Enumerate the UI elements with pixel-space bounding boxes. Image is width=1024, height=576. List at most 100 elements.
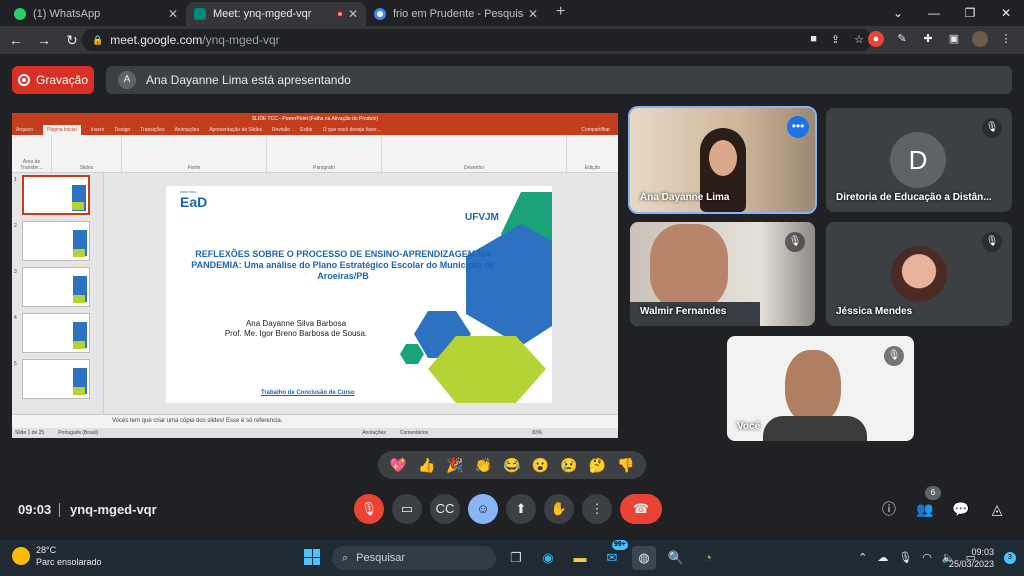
search-label: Pesquisar	[356, 552, 406, 564]
chrome-icon[interactable]: ◍	[632, 546, 656, 570]
participant-name: Ana Dayanne Lima	[640, 192, 730, 203]
participant-tile-diretoria[interactable]: D 🎙 Diretoria de Educação a Distân...	[826, 108, 1012, 212]
windows-start-icon[interactable]	[304, 549, 320, 565]
participant-tile-ana[interactable]: ••• Ana Dayanne Lima	[628, 106, 817, 214]
side-panel-icon[interactable]: ▣	[946, 31, 962, 47]
present-screen-button[interactable]: ⬆	[506, 494, 536, 524]
edge-icon[interactable]: ◉	[536, 546, 560, 570]
browser-toolbar: ← → ↻ 🔒 meet.google.com/ynq-mged-vqr ■ ⇪…	[0, 26, 1024, 54]
wifi-icon[interactable]: ◠	[922, 551, 932, 564]
captions-button[interactable]: CC	[430, 494, 460, 524]
reaction-laugh-icon[interactable]: 😂	[503, 457, 520, 474]
pen-icon[interactable]: ✎	[894, 31, 910, 47]
more-options-button[interactable]: ⋮	[582, 494, 612, 524]
participant-tile-jessica[interactable]: 🎙 Jéssica Mendes	[826, 222, 1012, 326]
close-icon[interactable]: ✕	[528, 7, 538, 21]
weather-widget[interactable]: 28°C Parc ensolarado	[12, 544, 102, 568]
sun-cloud-icon	[12, 547, 30, 565]
slide-thumbnail	[22, 313, 90, 353]
share-icon[interactable]: ⇪	[831, 33, 840, 46]
meeting-info-icon[interactable]: ⓘ	[878, 498, 900, 520]
activities-icon[interactable]: ◬	[986, 498, 1008, 520]
close-icon[interactable]: ✕	[348, 7, 358, 21]
menu-kebab-icon[interactable]: ⋮	[998, 31, 1014, 47]
restore-button[interactable]: ❐	[952, 6, 988, 20]
ana-face	[709, 140, 737, 176]
participant-tile-walmir[interactable]: 🎙 Walmir Fernandes	[630, 222, 815, 326]
presenting-text: Ana Dayanne Lima está apresentando	[146, 73, 351, 87]
tab-whatsapp[interactable]: (1) WhatsApp ✕	[6, 2, 186, 26]
back-button[interactable]: ←	[4, 32, 28, 48]
tab-search-icon[interactable]: ⌄	[880, 6, 916, 20]
address-bar[interactable]: 🔒 meet.google.com/ynq-mged-vqr ■ ⇪ ☆	[82, 29, 872, 51]
microphone-icon[interactable]: 🎙	[898, 551, 912, 564]
taskbar-search[interactable]: ⌕ Pesquisar	[332, 546, 496, 570]
lock-icon[interactable]: 🔒	[92, 35, 103, 46]
slide-author-2: Prof. Me. Igor Breno Barbosa de Sousa.	[224, 329, 368, 338]
side-controls: ⓘ 👥 💬 ◬	[878, 498, 1008, 520]
puzzle-extensions-icon[interactable]: ✚	[920, 31, 936, 47]
reaction-sad-icon[interactable]: 😢	[560, 457, 577, 474]
temperature: 28°C	[36, 545, 57, 555]
mail-icon[interactable]: ✉ 99+	[600, 540, 628, 570]
ppt-group-name: Desenho	[463, 165, 484, 171]
camera-icon[interactable]: ■	[810, 33, 817, 46]
tab-meet[interactable]: Meet: ynq-mged-vqr ✕	[186, 2, 366, 26]
forward-button[interactable]: →	[32, 32, 56, 48]
meeting-code: ynq-mged-vqr	[70, 502, 157, 517]
chat-icon[interactable]: 💬	[950, 498, 972, 520]
extension-red-icon[interactable]: ●	[868, 31, 884, 47]
status-zoom: 83%	[532, 430, 543, 436]
close-window-button[interactable]: ✕	[988, 6, 1024, 20]
mic-off-button[interactable]: 🎙	[354, 494, 384, 524]
reaction-clap-icon[interactable]: 👏	[475, 457, 492, 474]
notification-badge[interactable]: 3	[1004, 552, 1016, 564]
reaction-surprised-icon[interactable]: 😮	[532, 457, 549, 474]
reactions-button[interactable]: ☺	[468, 494, 498, 524]
bookmark-star-icon[interactable]: ☆	[854, 33, 864, 46]
reaction-thumbs-up-icon[interactable]: 👍	[418, 457, 435, 474]
participant-avatar: D	[890, 132, 946, 188]
shared-screen-presentation[interactable]: SLIDE TCC - PowerPoint (Falha na Ativaçã…	[12, 113, 618, 438]
thumb-number: 1	[14, 177, 17, 183]
task-view-icon[interactable]: ❐	[504, 546, 528, 570]
reaction-thumbs-down-icon[interactable]: 👎	[617, 457, 634, 474]
ppt-group-name: Edição	[584, 165, 601, 171]
zoom-search-icon[interactable]: 🔍	[664, 546, 688, 570]
thumb-number: 2	[14, 223, 17, 229]
slide-thumbnail	[22, 359, 90, 399]
more-options-icon[interactable]: •••	[787, 116, 809, 138]
profile-avatar[interactable]	[972, 31, 988, 47]
record-icon	[17, 74, 30, 86]
mic-off-icon: 🎙	[982, 232, 1002, 252]
participant-tile-self[interactable]: 🎙 Você	[727, 336, 914, 441]
close-icon[interactable]: ✕	[168, 7, 178, 21]
self-face	[785, 350, 841, 424]
ppt-ribbon: Área de Transfer... Slides Fonte Parágra…	[12, 135, 618, 173]
people-icon[interactable]: 👥	[914, 498, 936, 520]
camera-button[interactable]: ▭	[392, 494, 422, 524]
reaction-heart-icon[interactable]: 💖	[390, 457, 407, 474]
leave-call-button[interactable]: ☎	[620, 494, 662, 524]
reload-button[interactable]: ↻	[60, 32, 84, 49]
recording-button[interactable]: Gravação	[12, 66, 94, 94]
tab-google-search[interactable]: frio em Prudente - Pesquisa Goog ✕	[366, 2, 546, 26]
reaction-party-icon[interactable]: 🎉	[446, 457, 463, 474]
qgis-icon[interactable]: ◔	[696, 546, 720, 570]
ppt-group-name: Parágrafo	[313, 165, 335, 171]
minimize-button[interactable]: —	[916, 6, 952, 20]
chevron-up-icon[interactable]: ⌃	[858, 551, 867, 564]
status-comments: Comentários	[399, 430, 429, 436]
current-slide: DIRETORIA EaD UFVJM REFLEXÕES SOBRE O PR…	[166, 186, 552, 403]
new-tab-button[interactable]: +	[556, 3, 565, 21]
ppt-tab: O que você deseja fazer...	[322, 127, 381, 133]
taskbar-clock[interactable]: 09:03 25/03/2023	[949, 546, 994, 570]
raise-hand-button[interactable]: ✋	[544, 494, 574, 524]
reaction-thinking-icon[interactable]: 🤔	[589, 457, 606, 474]
cloud-icon[interactable]: ☁	[877, 551, 888, 564]
google-icon	[374, 8, 386, 20]
ppt-group-name: Slides	[79, 165, 94, 171]
slide-thumbnails: 1 2 3 4 5	[12, 173, 104, 414]
file-explorer-icon[interactable]: ▬	[568, 546, 592, 570]
slide-author-1: Ana Dayanne Silva Barbosa	[245, 319, 347, 328]
